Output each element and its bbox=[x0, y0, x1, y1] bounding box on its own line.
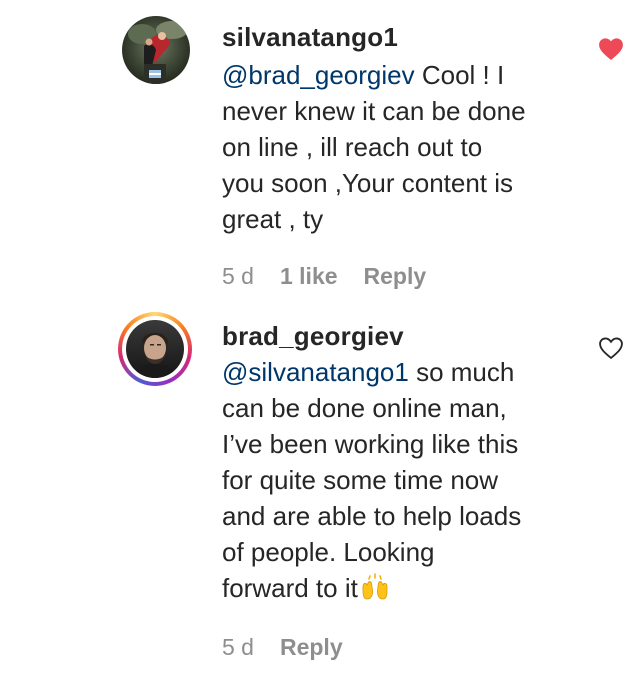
comment-text-line: great , ty bbox=[222, 204, 324, 234]
comment-text: @silvanatango1 so much can be done online… bbox=[222, 354, 572, 610]
comment-text: @brad_georgiev Cool ! I never knew it can… bbox=[222, 57, 572, 237]
comment-text-line: can be done online man, bbox=[222, 393, 507, 423]
comment-text-line: Cool ! I bbox=[414, 60, 505, 90]
comment-text-line: of people. Looking bbox=[222, 537, 435, 567]
comment-text-line: never knew it can be done bbox=[222, 96, 526, 126]
raising-hands-emoji bbox=[360, 573, 390, 610]
avatar-story-ring[interactable] bbox=[118, 312, 192, 386]
comment-username[interactable]: silvanatango1 bbox=[222, 22, 398, 53]
comment-meta: 5 d Reply bbox=[222, 634, 343, 661]
comment-timestamp[interactable]: 5 d bbox=[222, 634, 254, 661]
avatar-image bbox=[122, 16, 190, 84]
comment-text-line: so much bbox=[408, 357, 515, 387]
avatar[interactable] bbox=[122, 16, 190, 84]
comment-text-line: you soon ,Your content is bbox=[222, 168, 514, 198]
comment-text-line: on line , ill reach out to bbox=[222, 132, 483, 162]
comment-text-line: forward to it bbox=[222, 573, 358, 603]
reply-button[interactable]: Reply bbox=[280, 634, 343, 661]
avatar bbox=[126, 320, 184, 378]
likes-count[interactable]: 1 like bbox=[280, 263, 338, 290]
mention-link[interactable]: @brad_georgiev bbox=[222, 60, 415, 90]
mention-link[interactable]: @silvanatango1 bbox=[222, 357, 409, 387]
comment-timestamp[interactable]: 5 d bbox=[222, 263, 254, 290]
reply-button[interactable]: Reply bbox=[364, 263, 427, 290]
comment-username[interactable]: brad_georgiev bbox=[222, 321, 404, 352]
heart-outline-icon[interactable] bbox=[598, 336, 624, 360]
heart-filled-icon[interactable] bbox=[598, 37, 624, 61]
comment-text-line: for quite some time now bbox=[222, 465, 499, 495]
comment-meta: 5 d 1 like Reply bbox=[222, 263, 426, 290]
comment-text-line: and are able to help loads bbox=[222, 501, 522, 531]
comment-text-line: I’ve been working like this bbox=[222, 429, 519, 459]
